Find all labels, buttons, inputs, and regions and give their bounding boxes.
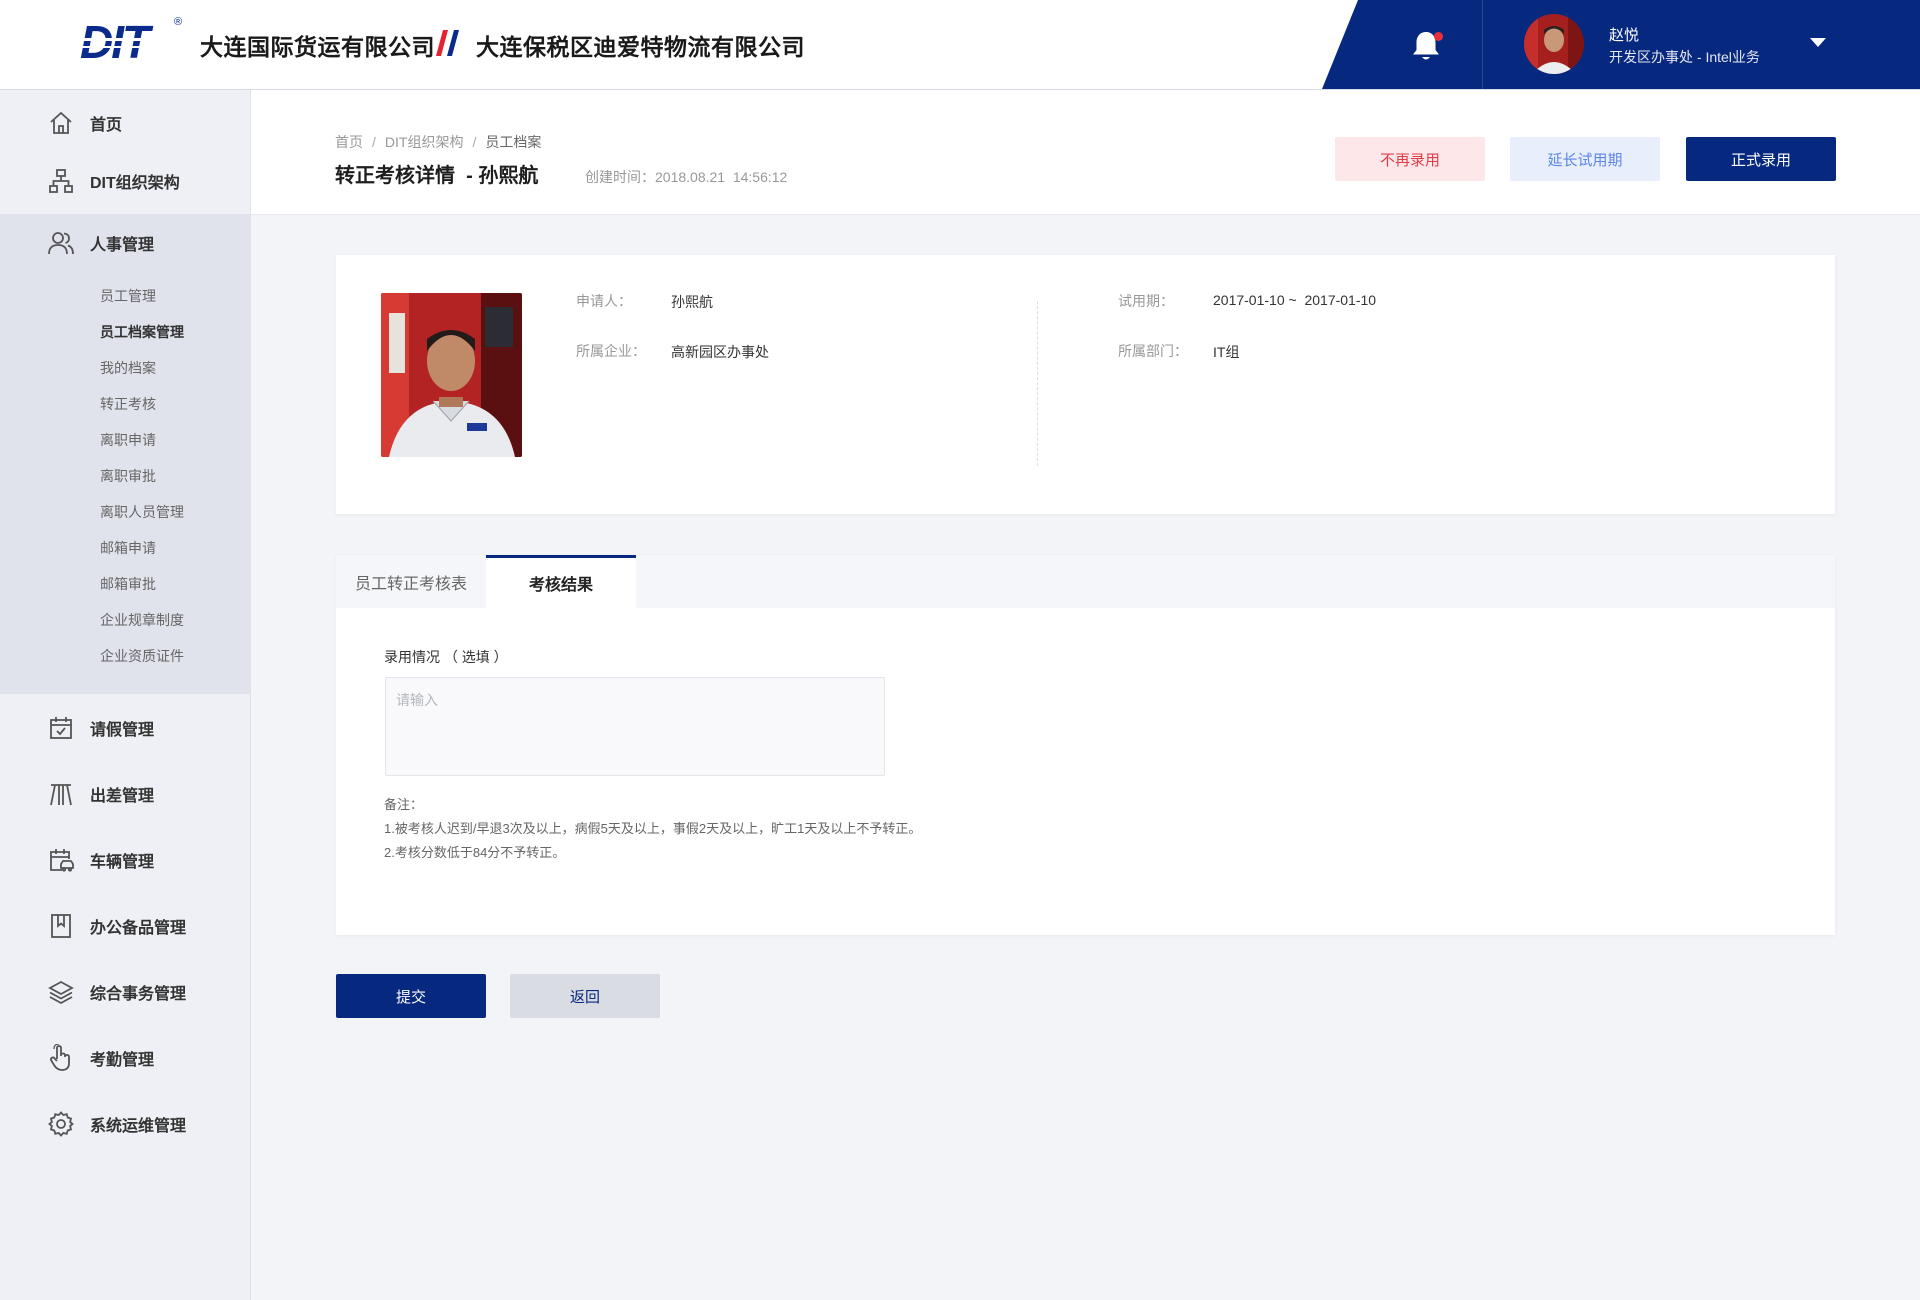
- applicant-info-card: 申请人： 孙熙航 所属企业： 高新园区办事处 试用期： 2017-01-10 ~…: [336, 255, 1835, 514]
- submenu-item[interactable]: 员工管理: [100, 286, 156, 306]
- sidebar-item-office-supplies[interactable]: 办公备品管理: [0, 901, 250, 951]
- sidebar-item-vehicle[interactable]: 车辆管理: [0, 835, 250, 885]
- sidebar-item-label: 出差管理: [90, 788, 155, 805]
- submenu-item[interactable]: 离职申请: [100, 430, 156, 450]
- note-line-1: 1.被考核人迟到/早退3次及以上，病假5天及以上，事假2天及以上，旷工1天及以上…: [384, 821, 922, 836]
- probation-label: 试用期：: [1118, 293, 1174, 309]
- sidebar-item-trip[interactable]: 出差管理: [0, 769, 250, 819]
- road-icon: [48, 781, 74, 807]
- submenu-item[interactable]: 离职人员管理: [100, 502, 184, 522]
- submenu-item[interactable]: 邮箱审批: [100, 574, 156, 594]
- sidebar-item-home[interactable]: 首页: [0, 98, 250, 148]
- tab-assessment-form[interactable]: 员工转正考核表: [336, 555, 486, 608]
- page-header: 首页 / DIT组织架构 / 员工档案 转正考核详情 - 孙熙航 创建时间：2018.0…: [251, 90, 1920, 215]
- note-title: 备注：: [384, 797, 424, 812]
- top-header: DIT ® 大连国际货运有限公司 大连保税区迪爱特物流有限公司: [0, 0, 1920, 90]
- sidebar-item-attendance[interactable]: 考勤管理: [0, 1033, 250, 1083]
- dit-logo: DIT: [74, 16, 178, 68]
- employment-status-input[interactable]: [385, 677, 885, 776]
- sidebar-item-label: 人事管理: [90, 237, 155, 254]
- sidebar-item-hr[interactable]: 人事管理: [0, 218, 250, 268]
- breadcrumb: 首页 / DIT组织架构 / 员工档案: [335, 132, 541, 152]
- sidebar-item-label: 系统运维管理: [90, 1118, 187, 1135]
- sidebar-item-label: 请假管理: [90, 722, 155, 739]
- company-label: 所属企业：: [576, 343, 646, 359]
- submit-button[interactable]: 提交: [336, 974, 486, 1018]
- review-tabs-card: 员工转正考核表 考核结果 录用情况 （ 选填 ） 备注： 1.被考核人迟到/早退…: [336, 555, 1835, 935]
- notification-badge: [1434, 32, 1443, 41]
- org-chart-icon: [48, 168, 74, 194]
- probation-value: 2017-01-10 ~ 2017-01-10: [1213, 292, 1377, 308]
- bookmark-icon: [48, 913, 74, 939]
- note-line-2: 2.考核分数低于84分不予转正。: [384, 845, 566, 860]
- company-separator-icon: [436, 30, 460, 61]
- breadcrumb-separator: /: [372, 134, 376, 150]
- submenu-item[interactable]: 企业资质证件: [100, 646, 184, 666]
- breadcrumb-current: 员工档案: [485, 134, 542, 150]
- header-divider: [1482, 0, 1483, 89]
- employment-status-label: 录用情况 （ 选填 ）: [384, 649, 508, 665]
- sidebar-item-system-ops[interactable]: 系统运维管理: [0, 1099, 250, 1149]
- sidebar-item-leave[interactable]: 请假管理: [0, 703, 250, 753]
- breadcrumb-separator: /: [472, 134, 477, 150]
- tab-assessment-result[interactable]: 考核结果: [486, 555, 636, 608]
- department-label: 所属部门：: [1118, 343, 1188, 359]
- sidebar-item-label: 首页: [90, 117, 123, 134]
- user-name: 赵悦: [1609, 27, 1640, 44]
- submenu-item[interactable]: 我的档案: [100, 358, 156, 378]
- department-value: IT组: [1213, 344, 1240, 360]
- breadcrumb-org-link[interactable]: DIT组织架构: [385, 134, 464, 150]
- page-title: 转正考核详情 - 孙熙航: [335, 165, 539, 187]
- sidebar: 首页 DIT组织架构 人事管理 员工管理 员工档案管理 我的档案 转正考核 离职…: [0, 90, 251, 1300]
- user-area: 赵悦 开发区办事处 - Intel业务: [1322, 0, 1920, 89]
- registered-mark: ®: [174, 16, 183, 28]
- employee-photo: [381, 293, 522, 457]
- sidebar-item-general-affairs[interactable]: 综合事务管理: [0, 967, 250, 1017]
- users-icon: [48, 230, 74, 256]
- extend-probation-button[interactable]: 延长试用期: [1510, 137, 1660, 181]
- sidebar-item-label: 车辆管理: [90, 854, 155, 871]
- layers-icon: [48, 979, 74, 1005]
- submenu-item[interactable]: 转正考核: [100, 394, 156, 414]
- divider: [1037, 301, 1038, 466]
- hand-tap-icon: [48, 1044, 74, 1071]
- company-value: 高新园区办事处: [671, 344, 769, 360]
- submenu-item[interactable]: 企业规章制度: [100, 610, 184, 630]
- sidebar-item-label: 考勤管理: [90, 1052, 155, 1069]
- chevron-down-icon[interactable]: [1810, 38, 1826, 47]
- sidebar-item-org[interactable]: DIT组织架构: [0, 156, 250, 206]
- calendar-icon: [48, 715, 74, 741]
- user-department: 开发区办事处 - Intel业务: [1609, 49, 1760, 65]
- reject-button[interactable]: 不再录用: [1335, 137, 1485, 181]
- sidebar-item-label: 办公备品管理: [90, 920, 187, 937]
- breadcrumb-home-link[interactable]: 首页: [335, 134, 363, 150]
- submenu-item[interactable]: 离职审批: [100, 466, 156, 486]
- company-name-primary: 大连国际货运有限公司: [200, 34, 435, 60]
- gear-icon: [48, 1111, 74, 1137]
- submenu-item-active[interactable]: 员工档案管理: [100, 322, 184, 342]
- applicant-value: 孙熙航: [671, 294, 713, 310]
- created-time: 创建时间：2018.08.21 14:56:12: [585, 169, 788, 185]
- submenu-item[interactable]: 邮箱申请: [100, 538, 156, 558]
- avatar[interactable]: [1524, 14, 1584, 74]
- applicant-label: 申请人：: [576, 293, 632, 309]
- sidebar-item-label: DIT组织架构: [90, 175, 180, 192]
- confirm-hire-button[interactable]: 正式录用: [1686, 137, 1836, 181]
- back-button[interactable]: 返回: [510, 974, 660, 1018]
- home-icon: [48, 110, 74, 136]
- sidebar-item-label: 综合事务管理: [90, 986, 187, 1003]
- car-schedule-icon: [48, 847, 74, 873]
- company-name-secondary: 大连保税区迪爱特物流有限公司: [476, 34, 805, 60]
- tab-bar: 员工转正考核表 考核结果: [336, 555, 1835, 608]
